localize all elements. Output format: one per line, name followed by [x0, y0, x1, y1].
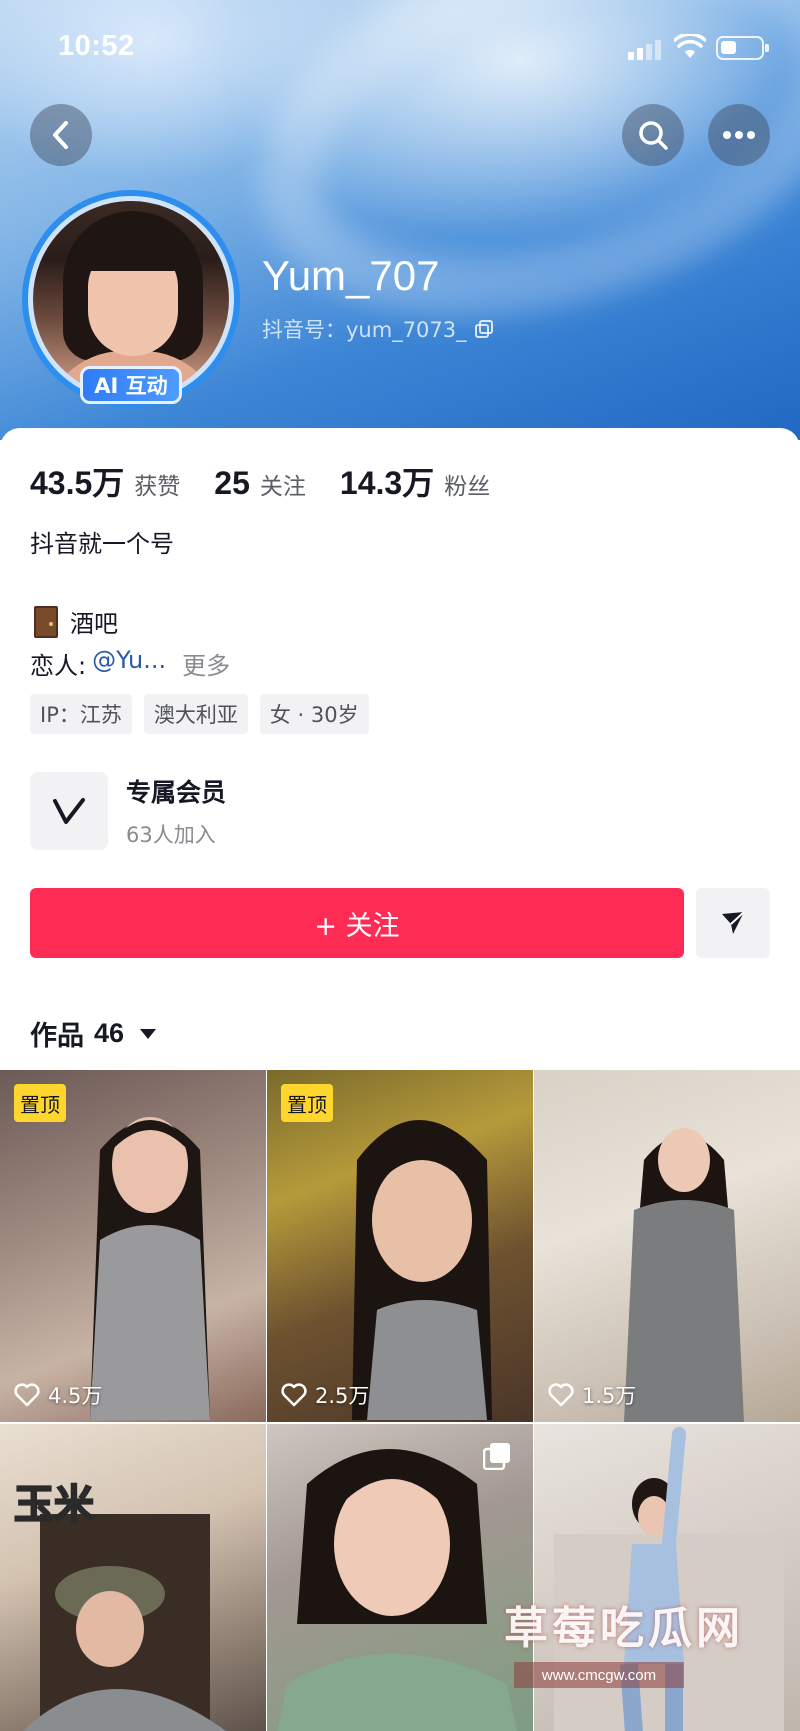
multi-image-icon [483, 1443, 510, 1470]
signal-icon [628, 38, 664, 60]
profile-username: Yum_707 [262, 252, 440, 299]
stat-label: 粉丝 [444, 474, 491, 500]
bio-more-link[interactable]: 更多 [182, 646, 230, 681]
ai-interaction-badge[interactable]: AI 互动 [80, 366, 182, 404]
stat-label: 获赞 [134, 474, 181, 500]
video-thumbnail [277, 1449, 517, 1731]
more-button[interactable] [708, 104, 770, 166]
pinned-badge: 置顶 [281, 1084, 333, 1122]
works-tab[interactable]: 作品 46 [30, 1014, 157, 1053]
share-icon [722, 911, 745, 934]
stat-likes[interactable]: 43.5万 获赞 [30, 458, 180, 504]
caret-down-icon [140, 1028, 157, 1039]
follow-button[interactable]: + 关注 [30, 888, 684, 958]
video-tile[interactable]: 1.5万 [534, 1070, 800, 1422]
stat-value: 43.5万 [30, 465, 125, 501]
share-button[interactable] [696, 888, 770, 958]
douyin-id-text: 抖音号：yum_7073_ [262, 318, 467, 342]
membership-title: 专属会员 [126, 778, 227, 807]
stat-followers[interactable]: 14.3万 粉丝 [340, 458, 490, 504]
search-button[interactable] [622, 104, 684, 166]
bio-bar-line: 酒吧 [34, 604, 118, 639]
tag-ip: IP：江苏 [30, 694, 132, 734]
works-count: 46 [94, 1018, 125, 1048]
membership-subtitle: 63人加入 [126, 823, 216, 847]
profile-stats: 43.5万 获赞 25 关注 14.3万 粉丝 [30, 458, 490, 504]
copy-icon[interactable] [474, 320, 493, 338]
door-icon [34, 605, 58, 638]
like-count: 4.5万 [14, 1380, 102, 1410]
like-count: 1.5万 [548, 1380, 636, 1410]
search-icon [639, 121, 668, 150]
heart-icon [548, 1383, 574, 1407]
video-thumbnail [90, 1117, 210, 1420]
bio-lover-line: 恋人: @Yu... 更多 [30, 646, 230, 681]
tag-location: 澳大利亚 [143, 694, 248, 734]
video-tile[interactable]: 置顶 4.5万 [0, 1070, 266, 1422]
tag-gender-age: 女 · 30岁 [259, 694, 369, 734]
profile-card: 43.5万 获赞 25 关注 14.3万 粉丝 抖音就一个号 酒吧 恋人: @Y… [0, 428, 800, 1068]
video-thumbnail [352, 1120, 492, 1420]
like-count-text: 2.5万 [315, 1384, 370, 1408]
stat-value: 14.3万 [339, 465, 435, 501]
bar-text: 酒吧 [70, 610, 118, 638]
back-icon [53, 121, 68, 149]
profile-bio: 抖音就一个号 [30, 530, 174, 558]
video-tile[interactable]: 置顶 2.5万 [267, 1070, 533, 1422]
site-watermark: 草莓吃瓜网 www.cmcgw.com [504, 1592, 784, 1688]
heart-icon [281, 1383, 307, 1407]
overlay-caption: 玉米 [13, 1481, 95, 1529]
watermark-title: 草莓吃瓜网 [504, 1603, 744, 1654]
lover-mention-link[interactable]: @Yu... [92, 646, 166, 681]
like-count: 2.5万 [281, 1380, 369, 1410]
video-tile[interactable] [267, 1424, 533, 1731]
like-count-text: 1.5万 [582, 1384, 637, 1408]
wifi-icon [674, 34, 706, 58]
pinned-badge: 置顶 [14, 1084, 66, 1122]
stat-following[interactable]: 25 关注 [214, 465, 306, 502]
profile-tags: IP：江苏 澳大利亚 女 · 30岁 [30, 694, 369, 734]
member-v-icon [30, 772, 108, 850]
stat-value: 25 [214, 465, 250, 501]
stat-label: 关注 [259, 474, 306, 500]
video-thumbnail [23, 1514, 226, 1731]
works-label: 作品 [30, 1021, 84, 1052]
lover-prefix: 恋人: [30, 652, 87, 680]
watermark-url: www.cmcgw.com [514, 1662, 684, 1688]
heart-icon [14, 1383, 40, 1407]
status-time: 10:52 [58, 30, 135, 62]
membership-entry[interactable]: 专属会员 63人加入 [30, 772, 226, 850]
back-button[interactable] [30, 104, 92, 166]
more-icon [723, 131, 755, 139]
status-bar: 10:52 [0, 0, 800, 96]
like-count-text: 4.5万 [48, 1384, 103, 1408]
battery-icon [716, 36, 769, 60]
douyin-id[interactable]: 抖音号：yum_7073_ [262, 314, 493, 344]
video-thumbnail [624, 1128, 744, 1422]
video-tile[interactable]: 玉米 [0, 1424, 266, 1731]
